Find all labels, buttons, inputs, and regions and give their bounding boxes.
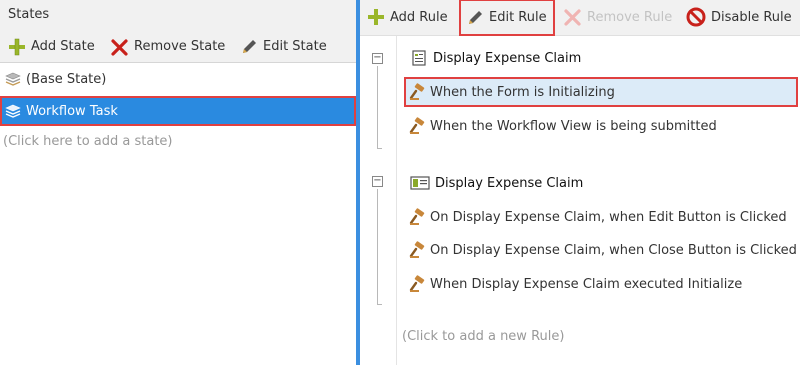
rules-toolbar: Add Rule Edit Rule Remove Rule Disable R…	[360, 0, 800, 36]
form-icon	[412, 50, 426, 66]
disable-icon	[686, 7, 706, 27]
add-state-label: Add State	[31, 39, 95, 54]
rule-label: When Display Expense Claim executed Init…	[430, 276, 743, 292]
disable-rule-button[interactable]: Disable Rule	[685, 0, 792, 34]
states-title: States	[8, 7, 50, 22]
remove-state-button[interactable]: Remove State	[110, 30, 225, 63]
base-state-icon	[5, 72, 21, 86]
disable-rule-label: Disable Rule	[711, 9, 792, 25]
remove-state-label: Remove State	[134, 39, 226, 54]
add-state-button[interactable]: Add State	[7, 30, 95, 63]
pencil-icon	[243, 39, 256, 53]
tree-guide-end	[377, 148, 382, 149]
rule-item[interactable]: When the Form is Initializing	[404, 77, 798, 107]
rule-group-label: Display Expense Claim	[435, 175, 584, 191]
gavel-icon	[409, 117, 425, 134]
rule-label: When the Workflow View is being submitte…	[430, 118, 717, 134]
states-header: States	[0, 0, 356, 30]
gavel-icon	[409, 241, 425, 258]
gavel-icon	[409, 83, 425, 100]
collapse-toggle-icon[interactable]: −	[372, 176, 383, 187]
rule-label: On Display Expense Claim, when Close But…	[430, 242, 797, 258]
gavel-icon	[409, 208, 425, 225]
rule-item[interactable]: On Display Expense Claim, when Close But…	[404, 235, 798, 265]
remove-rule-button[interactable]: Remove Rule	[563, 0, 672, 34]
add-rule-label: Add Rule	[390, 9, 448, 25]
gavel-icon	[409, 275, 425, 292]
rule-group-title: Display Expense Claim	[410, 49, 581, 67]
edit-rule-button[interactable]: Edit Rule	[459, 0, 555, 36]
rule-group-label: Display Expense Claim	[433, 50, 582, 66]
rule-item[interactable]: When the Workflow View is being submitte…	[404, 111, 798, 141]
tree-gutter	[360, 36, 397, 365]
state-item-base[interactable]: (Base State)	[0, 64, 356, 94]
rule-item[interactable]: On Display Expense Claim, when Edit Butt…	[404, 202, 798, 232]
view-icon	[410, 176, 430, 190]
remove-rule-label: Remove Rule	[587, 9, 673, 25]
add-rule-button[interactable]: Add Rule	[366, 0, 448, 34]
edit-rule-label: Edit Rule	[489, 10, 547, 25]
pencil-icon	[469, 10, 482, 24]
tree-guide-line	[377, 189, 378, 304]
rules-panel: Add Rule Edit Rule Remove Rule Disable R…	[360, 0, 800, 365]
state-label: (Base State)	[26, 71, 107, 87]
plus-icon	[368, 9, 384, 25]
collapse-toggle-icon[interactable]: −	[372, 53, 383, 64]
rule-item[interactable]: When Display Expense Claim executed Init…	[404, 269, 798, 299]
edit-state-button[interactable]: Edit State	[239, 30, 327, 63]
plus-icon	[9, 38, 25, 55]
add-state-placeholder[interactable]: (Click here to add a state)	[3, 134, 173, 149]
add-rule-placeholder[interactable]: (Click to add a new Rule)	[402, 329, 564, 344]
edit-state-label: Edit State	[263, 39, 327, 54]
states-panel: States Add State Remove State Edit State	[0, 0, 356, 365]
tree-guide-end	[377, 304, 382, 305]
remove-x-icon	[111, 38, 128, 56]
remove-x-icon	[564, 9, 581, 26]
rule-label: On Display Expense Claim, when Edit Butt…	[430, 209, 787, 225]
rule-label: When the Form is Initializing	[430, 84, 615, 100]
rule-group-title: Display Expense Claim	[410, 174, 583, 192]
workflow-state-icon	[5, 104, 21, 118]
tree-guide-line	[377, 66, 378, 148]
states-toolbar: Add State Remove State Edit State	[0, 30, 356, 63]
state-item-workflow-task[interactable]: Workflow Task	[0, 96, 356, 126]
state-label: Workflow Task	[26, 103, 118, 119]
